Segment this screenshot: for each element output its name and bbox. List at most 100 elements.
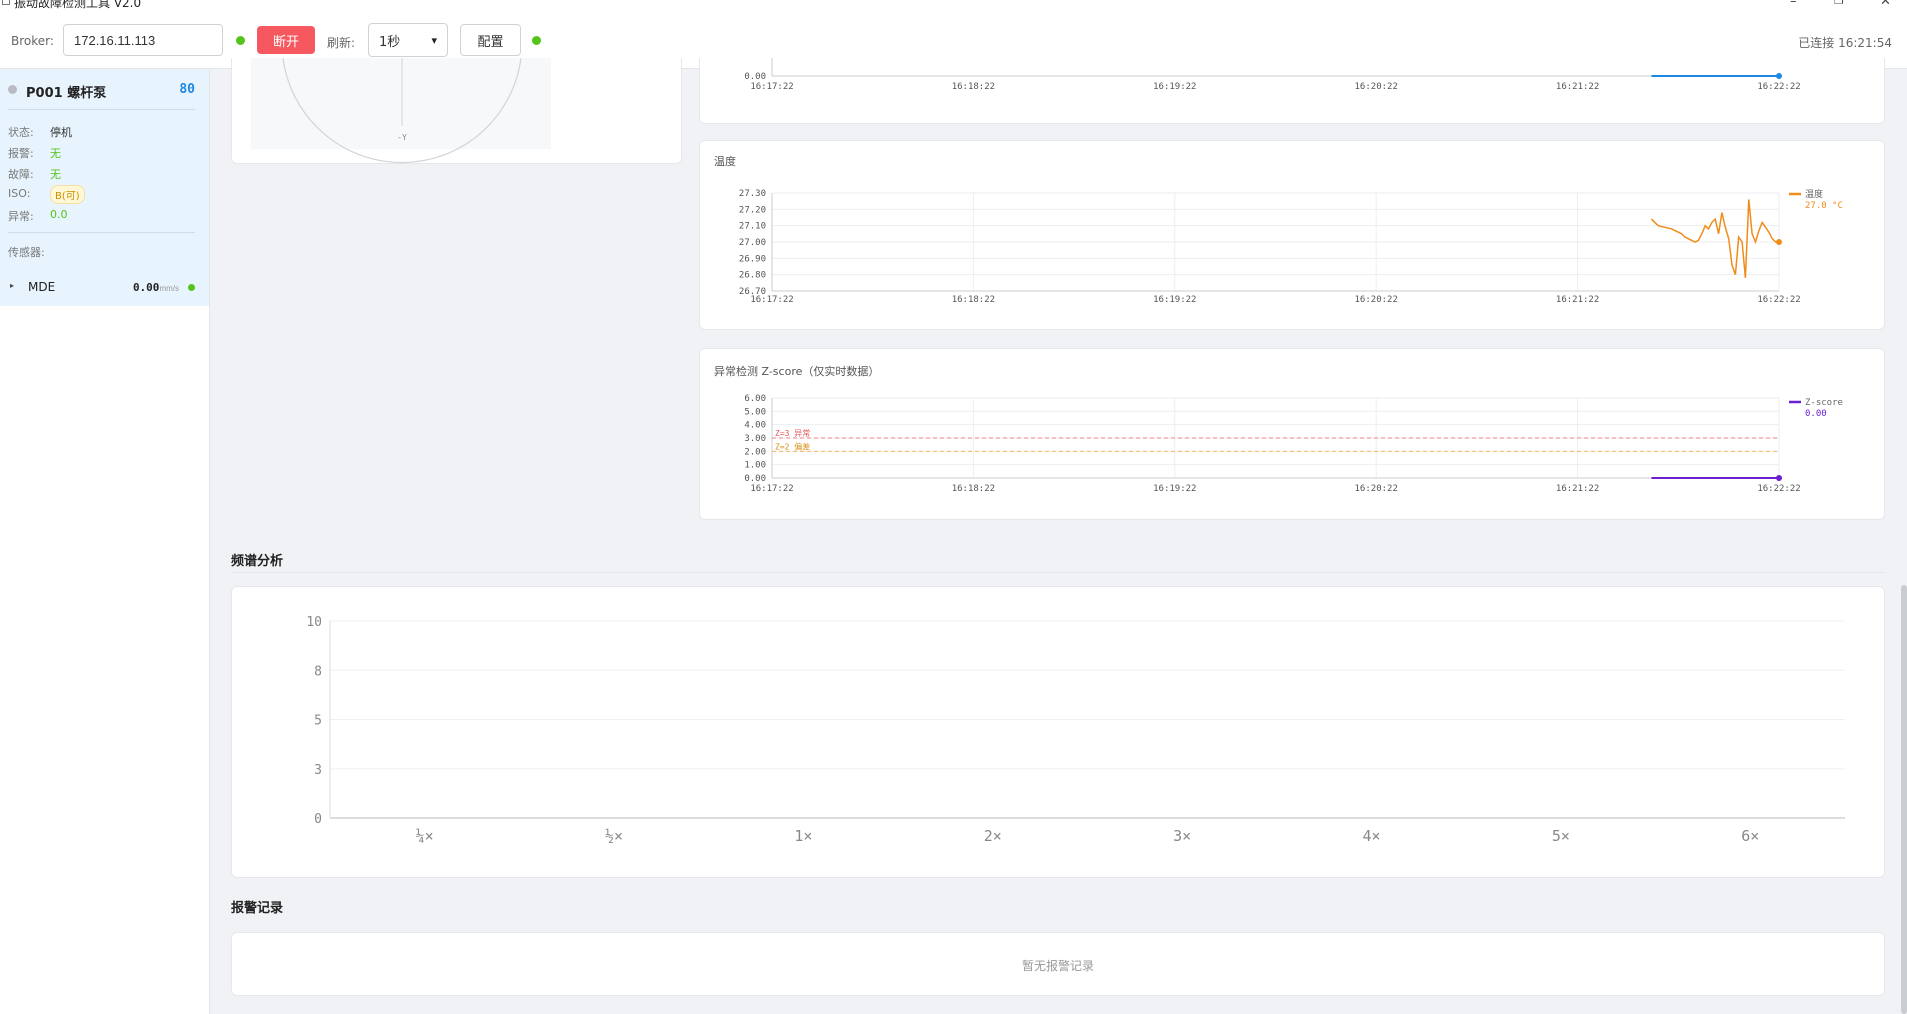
alarm-section-title: 报警记录 bbox=[231, 901, 284, 916]
x-tick-label: 6× bbox=[1741, 827, 1759, 845]
y-tick-label: 26.80 bbox=[739, 271, 766, 281]
title-bar: 振动故障检测工具 V2.0 – ❐ ✕ bbox=[0, 0, 1907, 12]
x-tick-label: 16:18:22 bbox=[952, 484, 995, 494]
config-button[interactable]: 配置 bbox=[460, 24, 521, 56]
zscore-chart: 6.00 5.00 4.00 3.00 2.00 1.00 0.00 Z=3 异常 Z=2 偏差… bbox=[744, 394, 1843, 494]
device-name: P001 螺杆泵 bbox=[26, 86, 107, 101]
x-tick-label: 16:18:22 bbox=[952, 82, 995, 92]
temperature-chart: 27.3027.2027.1027.0026.9026.8026.7016:17… bbox=[739, 188, 1843, 305]
config-status-dot bbox=[532, 36, 541, 45]
field-value: 停机 bbox=[50, 126, 72, 139]
x-tick-label: 3× bbox=[1173, 827, 1191, 845]
x-tick-label: 16:17:22 bbox=[750, 295, 793, 305]
y-tick-label: 0.00 bbox=[744, 474, 766, 484]
reference-line-label: Z=2 偏差 bbox=[775, 441, 810, 451]
x-tick-label: 5× bbox=[1552, 827, 1570, 845]
x-tick-label: 16:18:22 bbox=[952, 295, 995, 305]
x-tick-label: 2× bbox=[984, 827, 1002, 845]
y-tick-label: 0.00 bbox=[744, 72, 766, 82]
close-icon[interactable]: ✕ bbox=[1880, 0, 1891, 9]
x-tick-label: 16:19:22 bbox=[1153, 82, 1196, 92]
x-tick-label: ½× bbox=[605, 827, 623, 845]
restore-icon[interactable]: ❐ bbox=[1834, 0, 1844, 7]
device-card[interactable]: P001 螺杆泵 80 状态: 停机 报警: 无 故障: 无 ISO: B(可)… bbox=[0, 70, 209, 306]
x-tick-label: 16:21:22 bbox=[1556, 295, 1599, 305]
refresh-value: 1秒 bbox=[379, 34, 401, 50]
spectrum-chart-card: 10 8 5 3 0 ¼× ½× 1× 2× 3× 4× 5× 6× bbox=[231, 586, 1885, 878]
divider bbox=[8, 109, 195, 110]
divider bbox=[8, 232, 195, 233]
spectrum-chart: 10 8 5 3 0 ¼× ½× 1× 2× 3× 4× 5× 6× bbox=[306, 615, 1845, 845]
disconnect-button[interactable]: 断开 bbox=[257, 26, 315, 54]
field-key: 报警: bbox=[8, 147, 34, 160]
main-scrollbar[interactable] bbox=[1901, 585, 1907, 1014]
divider bbox=[231, 572, 1885, 573]
y-tick-label: 5.00 bbox=[744, 407, 766, 417]
device-score: 80 bbox=[179, 82, 195, 97]
sensor-value-number: 0.00 bbox=[132, 281, 160, 294]
sidebar: P001 螺杆泵 80 状态: 停机 报警: 无 故障: 无 ISO: B(可)… bbox=[0, 70, 210, 1014]
x-tick-label: 16:20:22 bbox=[1355, 484, 1398, 494]
alarm-list-card: 暂无报警记录 bbox=[231, 932, 1885, 996]
temperature-chart-card: 温度 27.30 27.20 27.10 27.00 26.90 26.80 26.70 16… bbox=[699, 140, 1885, 330]
field-value: 无 bbox=[50, 168, 61, 181]
sensor-unit: mm/s bbox=[159, 284, 179, 293]
connection-status: 已连接 16:21:54 bbox=[1798, 36, 1892, 50]
field-key: 状态: bbox=[8, 126, 34, 139]
sensors-label: 传感器: bbox=[8, 246, 45, 259]
vibration-last-point bbox=[1776, 73, 1782, 79]
x-tick-label: 1× bbox=[794, 827, 812, 845]
y-tick-label: 3 bbox=[314, 763, 322, 778]
broker-input[interactable] bbox=[63, 24, 223, 56]
x-tick-label: 16:19:22 bbox=[1153, 484, 1196, 494]
x-tick-label: 16:21:22 bbox=[1556, 484, 1599, 494]
legend-value: 0.00 bbox=[1805, 409, 1827, 419]
x-tick-label: 16:21:22 bbox=[1556, 82, 1599, 92]
y-tick-label: 10 bbox=[306, 615, 322, 630]
temperature-last-point bbox=[1776, 239, 1782, 245]
x-tick-label: 16:22:22 bbox=[1757, 82, 1800, 92]
window-title: 振动故障检测工具 V2.0 bbox=[14, 0, 142, 10]
sensor-status-dot bbox=[188, 284, 195, 291]
polar-axis-label: -Y bbox=[397, 133, 407, 142]
field-value: 0.0 bbox=[50, 208, 68, 221]
vibration-chart: 0.0016:17:22 16:18:22 16:19:22 16:20:22 16:2… bbox=[744, 58, 1801, 92]
legend-label: Z-score bbox=[1805, 398, 1843, 408]
y-tick-label: 3.00 bbox=[744, 434, 766, 444]
sensor-item-mde[interactable]: ▸ MDE 0.00mm/s bbox=[8, 280, 201, 296]
y-tick-label: 8 bbox=[314, 664, 322, 679]
refresh-label: 刷新: bbox=[327, 36, 356, 50]
app-icon bbox=[2, 0, 10, 5]
x-tick-label: 4× bbox=[1363, 827, 1381, 845]
legend-label: 温度 bbox=[1805, 188, 1823, 200]
iso-badge: B(可) bbox=[50, 185, 85, 204]
field-key: 异常: bbox=[8, 210, 34, 223]
alarm-empty-text: 暂无报警记录 bbox=[1021, 959, 1094, 973]
device-status-dot bbox=[8, 85, 17, 94]
zscore-last-point bbox=[1776, 475, 1782, 481]
temperature-series-line bbox=[1650, 199, 1779, 278]
legend-value: 27.0 °C bbox=[1805, 201, 1843, 211]
x-tick-label: 16:20:22 bbox=[1355, 295, 1398, 305]
field-key: 故障: bbox=[8, 168, 34, 181]
vibration-chart-card: 0.00 16:17:22 16:18:22 16:19:22 16:20:22 16:2… bbox=[699, 58, 1885, 124]
y-tick-label: 27.30 bbox=[739, 189, 766, 199]
x-tick-label: 16:22:22 bbox=[1757, 484, 1800, 494]
chevron-down-icon: ▾ bbox=[431, 33, 437, 47]
broker-status-dot bbox=[236, 36, 245, 45]
refresh-select[interactable]: 1秒 ▾ bbox=[368, 23, 448, 57]
broker-label: Broker: bbox=[11, 34, 54, 48]
expand-arrow-icon[interactable]: ▸ bbox=[10, 281, 14, 290]
reference-line-label: Z=3 异常 bbox=[775, 429, 810, 438]
y-tick-label: 5 bbox=[314, 714, 322, 729]
y-tick-label: 27.00 bbox=[739, 238, 766, 248]
x-tick-label: 16:17:22 bbox=[750, 484, 793, 494]
zscore-chart-card: 异常检测 Z-score（仅实时数据） 6.00 5.00 4.00 3.00 2.00… bbox=[699, 348, 1885, 520]
minimize-icon[interactable]: – bbox=[1790, 0, 1797, 9]
x-tick-label: 16:19:22 bbox=[1153, 295, 1196, 305]
polar-plot: -Y bbox=[251, 58, 551, 164]
x-tick-label: 16:20:22 bbox=[1355, 82, 1398, 92]
device-header: P001 螺杆泵 80 bbox=[8, 82, 201, 101]
polar-plot-card: -Y bbox=[231, 58, 682, 164]
field-key: ISO: bbox=[8, 187, 31, 200]
